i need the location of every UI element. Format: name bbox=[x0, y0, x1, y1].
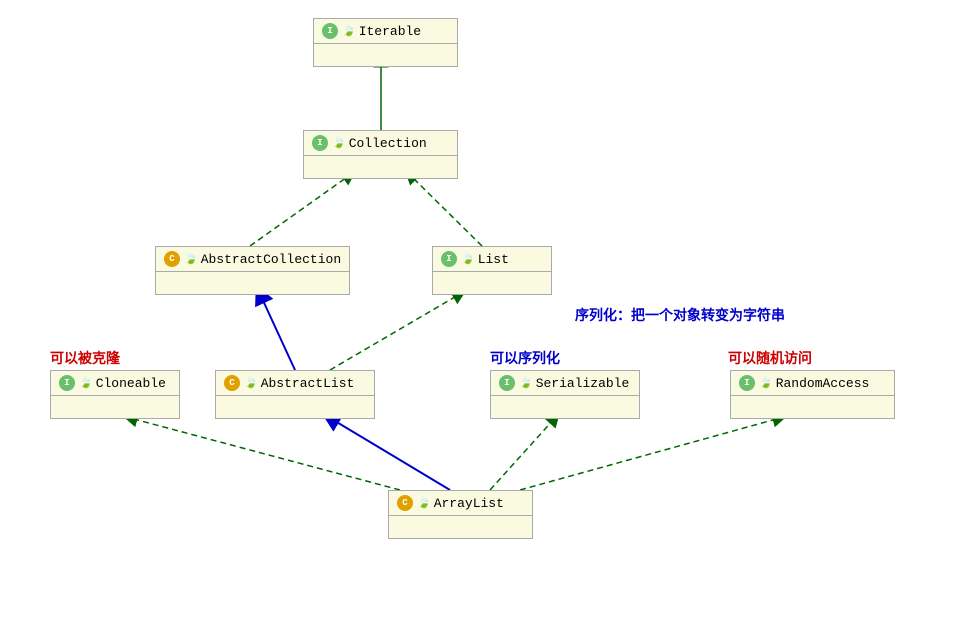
label-arraylist: ArrayList bbox=[434, 496, 504, 511]
box-arraylist-body bbox=[389, 516, 532, 538]
label-abstractlist: AbstractList bbox=[261, 376, 355, 391]
label-collection: Collection bbox=[349, 136, 427, 151]
box-serializable: I 🍃 Serializable bbox=[490, 370, 640, 419]
box-serializable-body bbox=[491, 396, 639, 418]
box-randomaccess-body bbox=[731, 396, 894, 418]
box-collection: I 🍃 Collection bbox=[303, 130, 458, 179]
icon-cloneable: 🍃 bbox=[79, 376, 93, 390]
box-abstractlist-body bbox=[216, 396, 374, 418]
annotation-serialization-desc: 序列化：把一个对象转变为字符串 bbox=[575, 305, 785, 325]
box-randomaccess: I 🍃 RandomAccess bbox=[730, 370, 895, 419]
box-abstractcollection: C 🍃 AbstractCollection bbox=[155, 246, 350, 295]
icon-abstractlist: 🍃 bbox=[244, 376, 258, 390]
box-collection-header: I 🍃 Collection bbox=[304, 131, 457, 156]
icon-list: 🍃 bbox=[461, 252, 475, 266]
box-list-body bbox=[433, 272, 551, 294]
icon-iterable: 🍃 bbox=[342, 24, 356, 38]
label-cloneable: Cloneable bbox=[96, 376, 166, 391]
box-list: I 🍃 List bbox=[432, 246, 552, 295]
badge-arraylist: C bbox=[397, 495, 413, 511]
icon-serializable: 🍃 bbox=[519, 376, 533, 390]
label-abstractcollection: AbstractCollection bbox=[201, 252, 341, 267]
box-arraylist: C 🍃 ArrayList bbox=[388, 490, 533, 539]
icon-arraylist: 🍃 bbox=[417, 496, 431, 510]
badge-collection: I bbox=[312, 135, 328, 151]
badge-abstractlist: C bbox=[224, 375, 240, 391]
box-iterable-header: I 🍃 Iterable bbox=[314, 19, 457, 44]
badge-serializable: I bbox=[499, 375, 515, 391]
box-abstractcollection-header: C 🍃 AbstractCollection bbox=[156, 247, 349, 272]
badge-iterable: I bbox=[322, 23, 338, 39]
badge-cloneable: I bbox=[59, 375, 75, 391]
annotation-cloneable: 可以被克隆 bbox=[50, 348, 120, 368]
box-arraylist-header: C 🍃 ArrayList bbox=[389, 491, 532, 516]
badge-list: I bbox=[441, 251, 457, 267]
icon-abstractcollection: 🍃 bbox=[184, 252, 198, 266]
box-abstractcollection-body bbox=[156, 272, 349, 294]
box-randomaccess-header: I 🍃 RandomAccess bbox=[731, 371, 894, 396]
label-list: List bbox=[478, 252, 509, 267]
box-cloneable-body bbox=[51, 396, 179, 418]
box-abstractlist-header: C 🍃 AbstractList bbox=[216, 371, 374, 396]
box-list-header: I 🍃 List bbox=[433, 247, 551, 272]
box-serializable-header: I 🍃 Serializable bbox=[491, 371, 639, 396]
icon-collection: 🍃 bbox=[332, 136, 346, 150]
label-serializable: Serializable bbox=[536, 376, 630, 391]
box-iterable: I 🍃 Iterable bbox=[313, 18, 458, 67]
annotation-serializable: 可以序列化 bbox=[490, 348, 560, 368]
box-iterable-body bbox=[314, 44, 457, 66]
badge-randomaccess: I bbox=[739, 375, 755, 391]
diagram-container: I 🍃 Iterable I 🍃 Collection C 🍃 Abstract… bbox=[0, 0, 978, 617]
icon-randomaccess: 🍃 bbox=[759, 376, 773, 390]
label-iterable: Iterable bbox=[359, 24, 421, 39]
box-abstractlist: C 🍃 AbstractList bbox=[215, 370, 375, 419]
annotation-randomaccess: 可以随机访问 bbox=[728, 348, 812, 368]
label-randomaccess: RandomAccess bbox=[776, 376, 870, 391]
box-cloneable-header: I 🍃 Cloneable bbox=[51, 371, 179, 396]
box-cloneable: I 🍃 Cloneable bbox=[50, 370, 180, 419]
badge-abstractcollection: C bbox=[164, 251, 180, 267]
box-collection-body bbox=[304, 156, 457, 178]
